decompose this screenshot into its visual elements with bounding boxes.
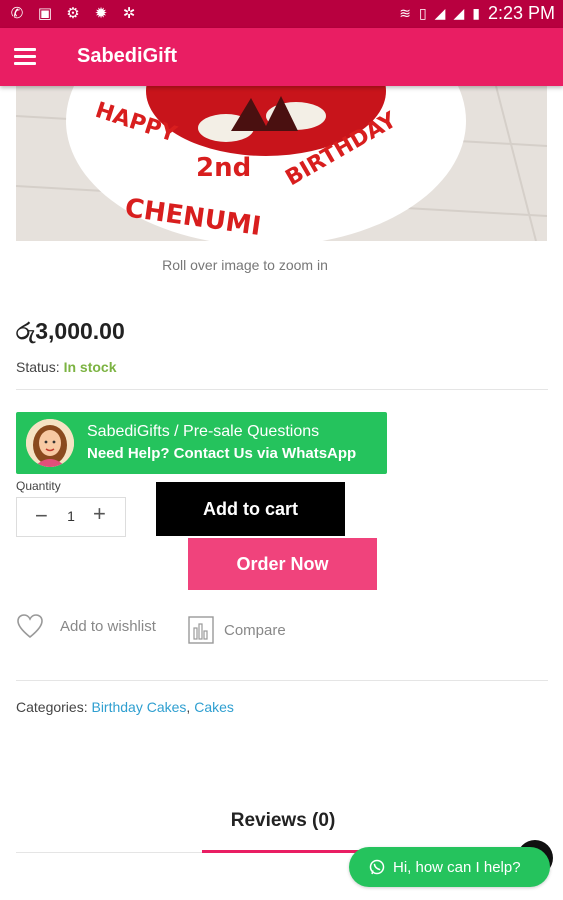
notification-icons: ✆ ▣ ⚙ ✹ ✲ — [8, 4, 138, 22]
categories-label: Categories: — [16, 699, 88, 715]
tab-reviews[interactable]: Reviews (0) — [202, 810, 364, 832]
system-icons: ≋ ▯ ◢ ◢ ▮ 2:23 PM — [399, 3, 555, 24]
category-link-birthday-cakes[interactable]: Birthday Cakes — [91, 699, 186, 715]
signal-icon: ◢ — [434, 5, 446, 22]
hamburger-icon[interactable] — [14, 48, 36, 66]
wifi-icon: ≋ — [399, 5, 411, 22]
product-categories: Categories: Birthday Cakes, Cakes — [16, 699, 234, 715]
quantity-label: Quantity — [16, 479, 61, 493]
app-title: SabediGift — [77, 45, 178, 67]
tab-active-indicator — [202, 850, 364, 853]
signal-icon: ◢ — [453, 5, 465, 22]
settings-icon: ⚙ — [66, 4, 80, 22]
compare-link[interactable]: Compare — [188, 615, 286, 645]
banner-title: SabediGifts / Pre-sale Questions — [87, 423, 320, 440]
category-link-cakes[interactable]: Cakes — [194, 699, 234, 715]
add-to-wishlist-link[interactable]: Add to wishlist — [16, 612, 156, 640]
stock-status: Status: In stock — [16, 359, 117, 375]
product-price: රු3,000.00 — [16, 318, 125, 344]
status-bar: ✆ ▣ ⚙ ✹ ✲ ≋ ▯ ◢ ◢ ▮ 2:23 PM — [0, 0, 563, 28]
vpn-icon: ✲ — [122, 4, 136, 22]
status-label: Status: — [16, 359, 60, 375]
battery-icon: ▮ — [472, 5, 480, 22]
heart-icon — [17, 614, 43, 639]
add-to-cart-button[interactable]: Add to cart — [156, 482, 345, 536]
whatsapp-icon — [369, 859, 385, 875]
whatsapp-contact-banner[interactable]: SabediGifts / Pre-sale Questions Need He… — [16, 412, 387, 474]
quantity-decrease-button[interactable]: − — [35, 505, 48, 527]
chat-label: Hi, how can I help? — [393, 858, 521, 876]
compare-icon — [188, 616, 214, 644]
banner-subtitle: Need Help? Contact Us via WhatsApp — [87, 445, 357, 462]
product-image[interactable]: HAPPY 2nd BIRTHDAY CHENUMI — [16, 86, 547, 241]
photo-icon: ▣ — [37, 4, 53, 22]
quantity-input[interactable]: 1 — [65, 508, 77, 524]
divider — [16, 389, 548, 390]
wishlist-label: Add to wishlist — [60, 617, 156, 635]
support-avatar — [26, 419, 74, 467]
missed-call-icon: ✆ — [10, 4, 24, 22]
quantity-stepper: − 1 + — [16, 497, 126, 537]
order-now-button[interactable]: Order Now — [188, 538, 377, 590]
sim-icon: ▯ — [418, 5, 427, 22]
divider — [16, 680, 548, 681]
whatsapp-chat-button[interactable]: Hi, how can I help? — [349, 847, 550, 887]
bug-icon: ✹ — [94, 4, 108, 22]
cake-text-2nd: 2nd — [196, 153, 251, 183]
zoom-hint: Roll over image to zoom in — [162, 257, 328, 273]
compare-label: Compare — [224, 621, 286, 639]
app-bar: SabediGift — [0, 28, 563, 86]
quantity-increase-button[interactable]: + — [93, 503, 106, 525]
clock: 2:23 PM — [487, 3, 555, 23]
status-value: In stock — [63, 359, 117, 375]
